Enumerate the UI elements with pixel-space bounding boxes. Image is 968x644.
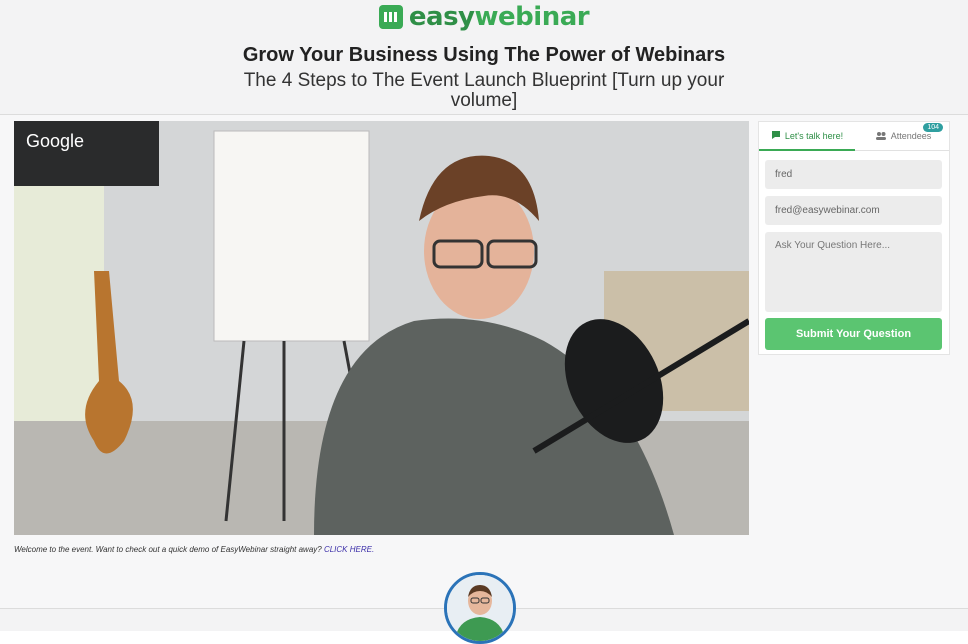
tab-attendees-label: Attendees <box>890 131 932 141</box>
people-icon <box>875 131 887 142</box>
chat-tabs: Let's talk here! Attendees 104 <box>759 122 949 151</box>
video-frame <box>14 121 749 535</box>
caption-text: Welcome to the event. Want to check out … <box>14 545 324 554</box>
logo-easy-text: easy <box>408 2 475 32</box>
name-field[interactable]: fred <box>765 160 942 189</box>
chat-panel: Let's talk here! Attendees 104 fred fred… <box>758 121 950 355</box>
tab-attendees[interactable]: Attendees 104 <box>857 122 949 150</box>
webinar-logo-icon <box>378 5 403 29</box>
logo-text: easywebinar <box>408 2 590 32</box>
demo-link[interactable]: CLICK HERE. <box>324 545 374 554</box>
video-overlay-label: Google <box>26 131 85 151</box>
tab-chat[interactable]: Let's talk here! <box>759 122 855 151</box>
avatar[interactable] <box>444 572 516 644</box>
page-subtitle: The 4 Steps to The Event Launch Blueprin… <box>243 70 725 111</box>
page-header: easywebinar Grow Your Business Using The… <box>0 0 968 115</box>
email-field[interactable]: fred@easywebinar.com <box>765 196 942 225</box>
tab-chat-label: Let's talk here! <box>784 130 844 141</box>
page-title: Grow Your Business Using The Power of We… <box>242 44 726 66</box>
submit-question-button[interactable]: Submit Your Question <box>765 318 942 350</box>
attendees-count-badge: 104 <box>923 123 943 132</box>
host-avatar-image <box>447 575 513 641</box>
brand-logo[interactable]: easywebinar <box>0 3 968 31</box>
question-input[interactable]: Ask Your Question Here... <box>765 232 942 312</box>
logo-webinar-text: webinar <box>474 2 590 32</box>
welcome-caption: Welcome to the event. Want to check out … <box>14 545 374 554</box>
chat-bubble-icon <box>771 130 781 142</box>
video-player[interactable]: Google <box>14 121 749 535</box>
